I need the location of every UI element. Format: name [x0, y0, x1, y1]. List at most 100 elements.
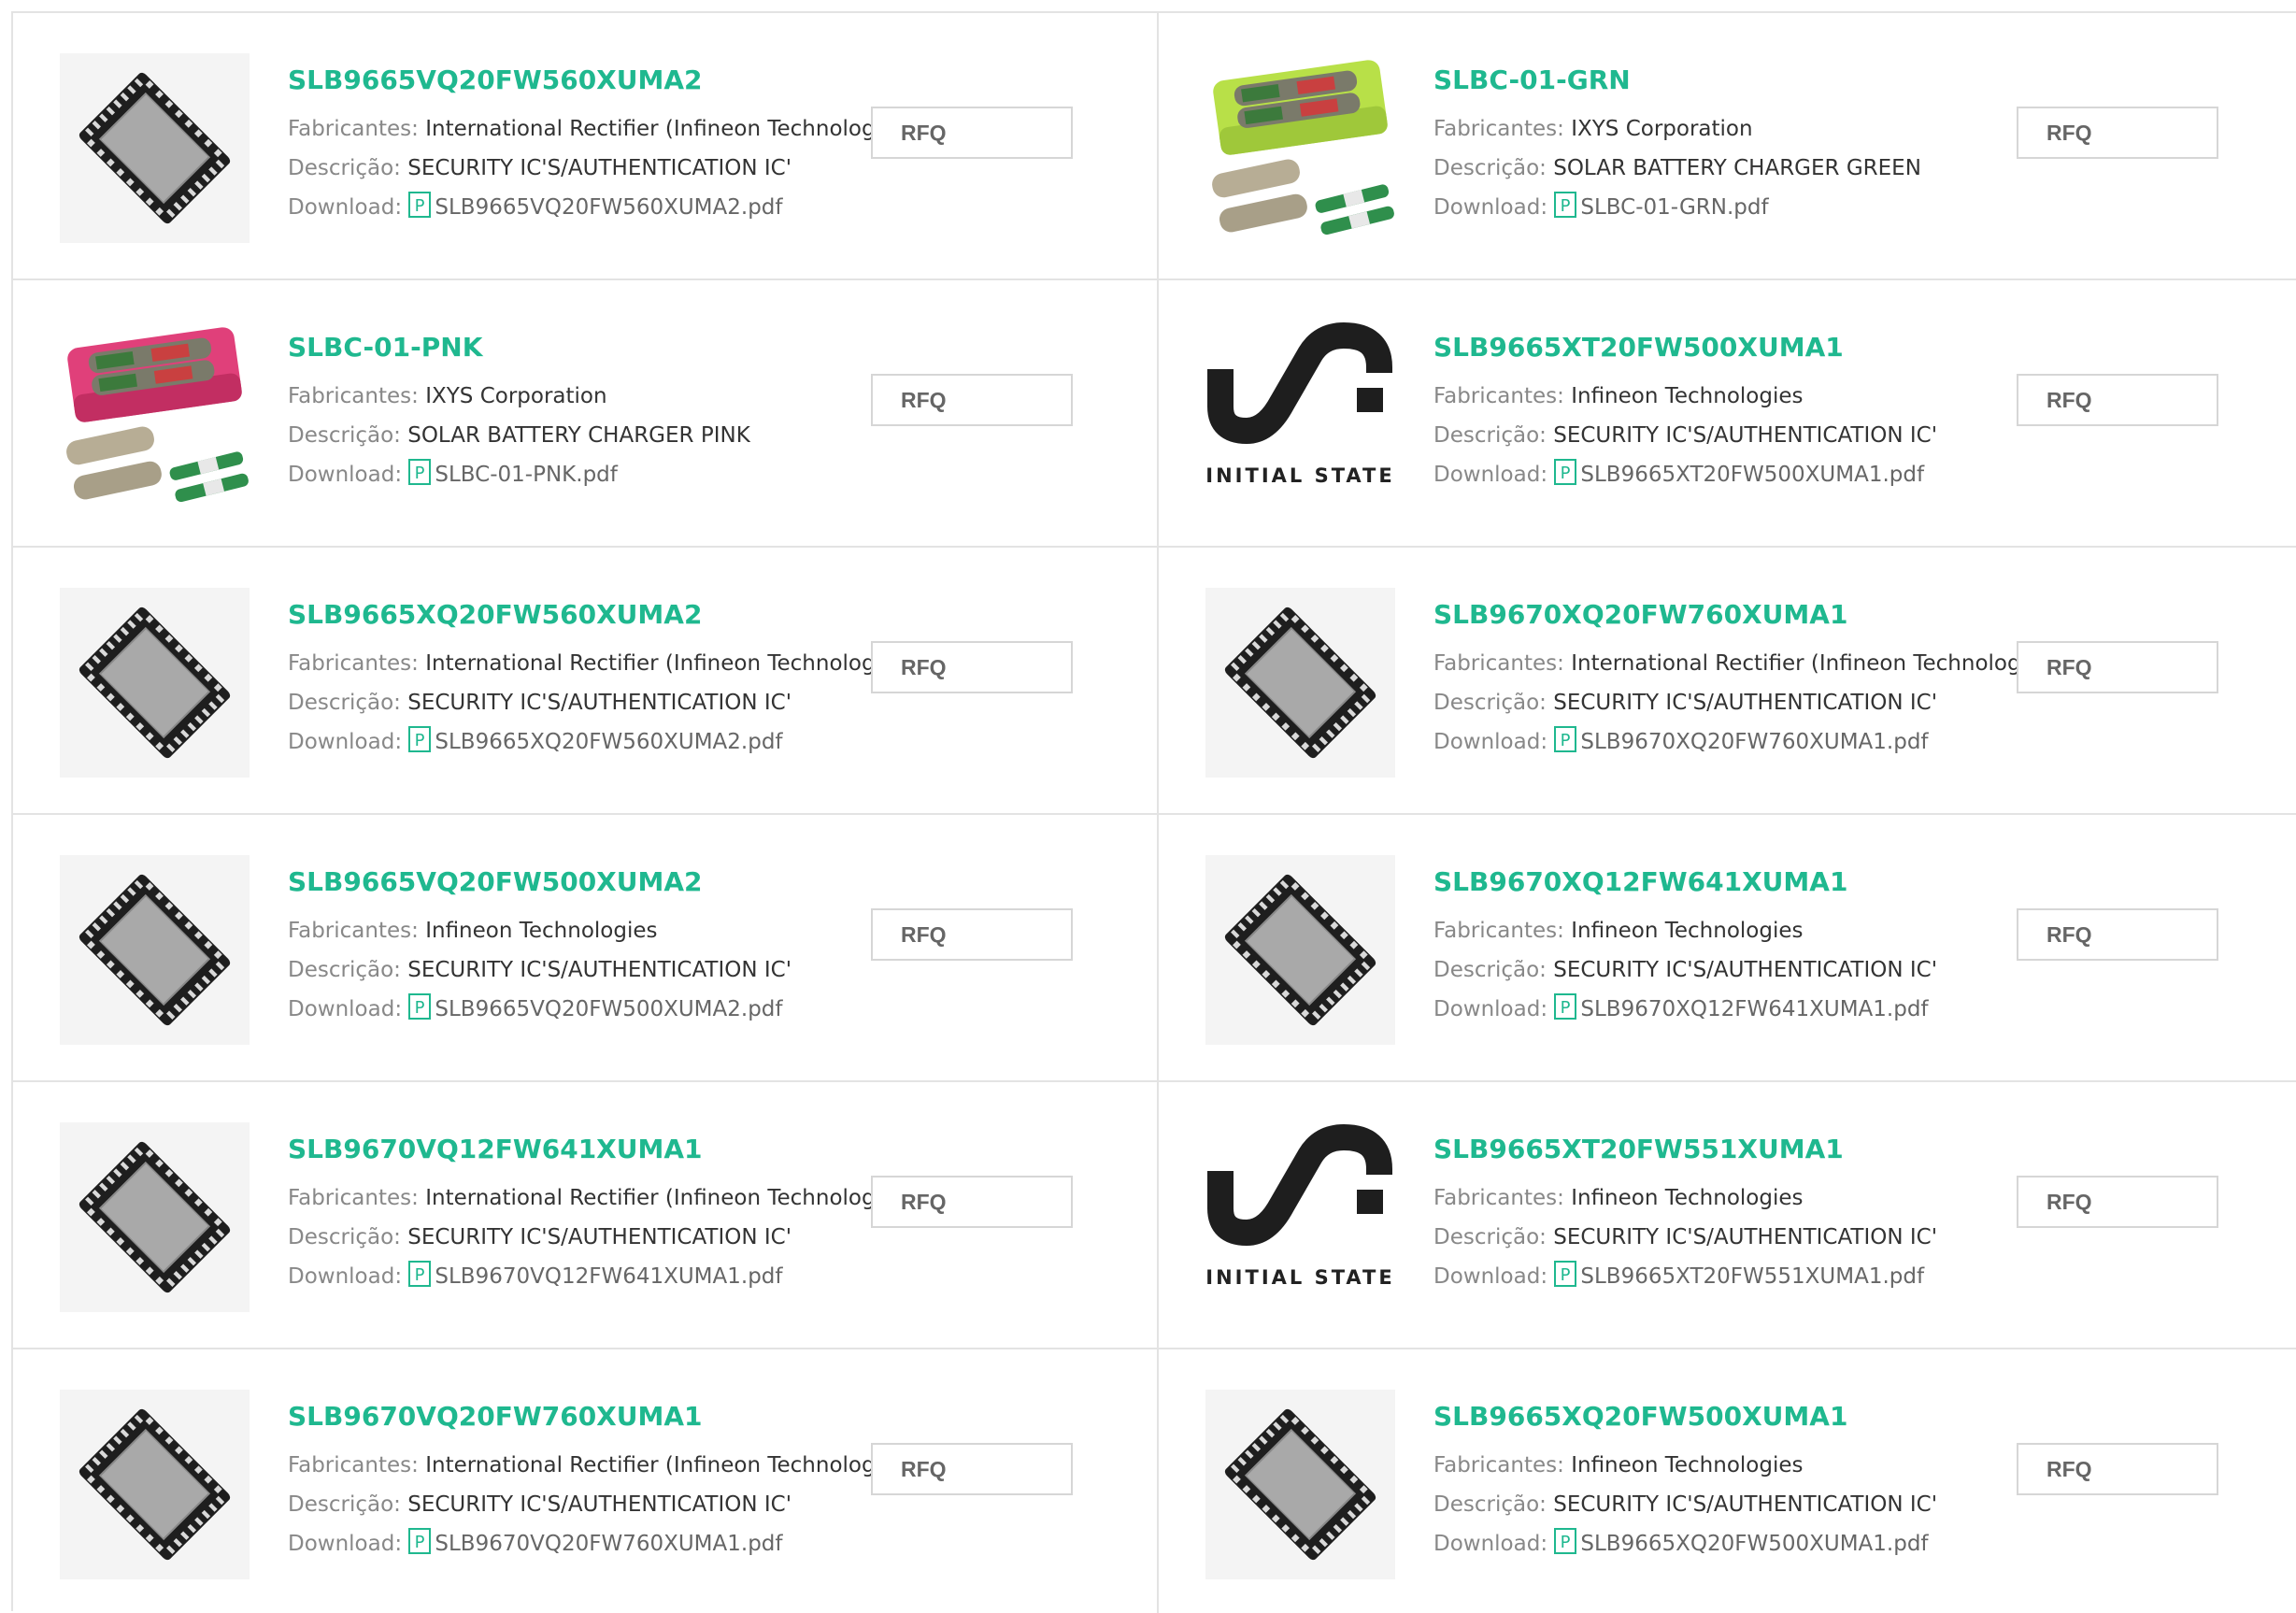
download-row: Download: P SLB9665XT20FW551XUMA1.pdf [1433, 1257, 1937, 1296]
part-number-link[interactable]: SLB9670VQ20FW760XUMA1 [288, 1398, 914, 1435]
pdf-download-link[interactable]: P SLB9665VQ20FW560XUMA2.pdf [408, 192, 783, 220]
manufacturer-label: Fabricantes: [1433, 1186, 1564, 1210]
description-label: Descrição: [288, 958, 401, 982]
product-thumbnail[interactable] [1205, 53, 1395, 243]
pdf-download-link[interactable]: P SLB9670XQ20FW760XUMA1.pdf [1554, 726, 1929, 754]
download-label: Download: [288, 463, 403, 487]
description-value: SOLAR BATTERY CHARGER GREEN [1553, 156, 1921, 180]
part-number-link[interactable]: SLB9665VQ20FW560XUMA2 [288, 62, 914, 99]
pdf-download-link[interactable]: P SLB9670VQ12FW641XUMA1.pdf [408, 1261, 783, 1289]
manufacturer-row: Fabricantes: International Rectifier (In… [288, 1178, 914, 1218]
description-row: Descrição: SOLAR BATTERY CHARGER GREEN [1433, 149, 1921, 188]
pdf-icon: P [408, 1528, 432, 1554]
rfq-button[interactable]: RFQ [2017, 107, 2218, 159]
product-card: SLB9665XQ20FW560XUMA2 Fabricantes: Intern… [13, 548, 1159, 815]
product-card: SLB9670XQ20FW760XUMA1 Fabricantes: Intern… [1159, 548, 2296, 815]
pdf-icon: P [408, 726, 432, 752]
rfq-button[interactable]: RFQ [2017, 374, 2218, 426]
svg-text:P: P [1561, 1265, 1571, 1285]
rfq-button[interactable]: RFQ [871, 107, 1073, 159]
product-info: SLB9665VQ20FW500XUMA2 Fabricantes: Infine… [288, 864, 791, 1029]
rfq-button[interactable]: RFQ [2017, 641, 2218, 693]
part-number-link[interactable]: SLB9665XQ20FW560XUMA2 [288, 596, 914, 634]
pdf-download-link[interactable]: P SLB9665VQ20FW500XUMA2.pdf [408, 993, 783, 1021]
rfq-button[interactable]: RFQ [871, 641, 1073, 693]
pdf-filename: SLB9670VQ20FW760XUMA1.pdf [435, 1532, 783, 1556]
product-thumbnail[interactable]: INITIAL STATE [1205, 321, 1395, 510]
pdf-download-link[interactable]: P SLB9665XQ20FW560XUMA2.pdf [408, 726, 783, 754]
pdf-download-link[interactable]: P SLB9665XQ20FW500XUMA1.pdf [1554, 1528, 1929, 1556]
pdf-download-link[interactable]: P SLB9670XQ12FW641XUMA1.pdf [1554, 993, 1929, 1021]
part-number-link[interactable]: SLBC-01-GRN [1433, 62, 1921, 99]
part-number-link[interactable]: SLB9670VQ12FW641XUMA1 [288, 1131, 914, 1168]
svg-text:P: P [415, 731, 425, 750]
rfq-button[interactable]: RFQ [871, 374, 1073, 426]
product-thumbnail[interactable] [60, 855, 250, 1045]
rfq-button[interactable]: RFQ [871, 908, 1073, 961]
download-row: Download: P SLB9665XQ20FW560XUMA2.pdf [288, 722, 914, 762]
manufacturer-value: Infineon Technologies [425, 919, 658, 943]
rfq-button[interactable]: RFQ [871, 1443, 1073, 1495]
manufacturer-label: Fabricantes: [1433, 384, 1564, 408]
pdf-icon: P [1554, 726, 1577, 752]
product-thumbnail[interactable] [60, 321, 250, 510]
product-thumbnail[interactable] [1205, 1390, 1395, 1579]
download-label: Download: [1433, 463, 1548, 487]
rfq-button[interactable]: RFQ [2017, 1176, 2218, 1228]
product-info: SLB9665XT20FW551XUMA1 Fabricantes: Infine… [1433, 1131, 1937, 1296]
part-number-link[interactable]: SLB9665XT20FW551XUMA1 [1433, 1131, 1937, 1168]
product-info: SLBC-01-PNK Fabricantes: IXYS Corporation… [288, 329, 750, 494]
pdf-download-link[interactable]: P SLB9665XT20FW551XUMA1.pdf [1554, 1261, 1924, 1289]
part-number-link[interactable]: SLBC-01-PNK [288, 329, 750, 366]
part-number-link[interactable]: SLB9665XQ20FW500XUMA1 [1433, 1398, 1937, 1435]
svg-text:P: P [1561, 998, 1571, 1018]
manufacturer-label: Fabricantes: [288, 384, 419, 408]
pdf-download-link[interactable]: P SLB9665XT20FW500XUMA1.pdf [1554, 459, 1924, 487]
rfq-button[interactable]: RFQ [2017, 908, 2218, 961]
product-card: SLB9665VQ20FW500XUMA2 Fabricantes: Infine… [13, 815, 1159, 1082]
product-info: SLB9665XQ20FW500XUMA1 Fabricantes: Infine… [1433, 1398, 1937, 1563]
description-label: Descrição: [1433, 958, 1547, 982]
part-number-link[interactable]: SLB9670XQ12FW641XUMA1 [1433, 864, 1937, 901]
pdf-icon: P [408, 459, 432, 485]
part-number-link[interactable]: SLB9665XT20FW500XUMA1 [1433, 329, 1937, 366]
description-label: Descrição: [288, 1225, 401, 1249]
part-number-link[interactable]: SLB9665VQ20FW500XUMA2 [288, 864, 791, 901]
description-value: SOLAR BATTERY CHARGER PINK [407, 423, 750, 448]
part-number-link[interactable]: SLB9670XQ20FW760XUMA1 [1433, 596, 2060, 634]
manufacturer-row: Fabricantes: International Rectifier (In… [1433, 644, 2060, 683]
pdf-icon: P [408, 1261, 432, 1287]
product-thumbnail[interactable]: INITIAL STATE [1205, 1122, 1395, 1312]
description-value: SECURITY IC'S/AUTHENTICATION IC' [1553, 1492, 1938, 1517]
description-row: Descrição: SECURITY IC'S/AUTHENTICATION … [288, 1485, 914, 1524]
manufacturer-label: Fabricantes: [1433, 1453, 1564, 1477]
product-thumbnail[interactable] [60, 1122, 250, 1312]
pdf-filename: SLB9670VQ12FW641XUMA1.pdf [435, 1264, 783, 1289]
rfq-button[interactable]: RFQ [2017, 1443, 2218, 1495]
svg-text:P: P [415, 1533, 425, 1552]
product-thumbnail[interactable] [60, 53, 250, 243]
svg-text:P: P [415, 464, 425, 483]
svg-text:P: P [415, 998, 425, 1018]
pdf-download-link[interactable]: P SLBC-01-PNK.pdf [408, 459, 618, 487]
description-label: Descrição: [1433, 156, 1547, 180]
qfn-chip-image [60, 53, 250, 243]
manufacturer-value: International Rectifier (Infineon Techno… [425, 1186, 915, 1210]
product-thumbnail[interactable] [1205, 855, 1395, 1045]
manufacturer-row: Fabricantes: International Rectifier (In… [288, 1446, 914, 1485]
description-value: SECURITY IC'S/AUTHENTICATION IC' [1553, 1225, 1938, 1249]
product-thumbnail[interactable] [60, 588, 250, 778]
manufacturer-label: Fabricantes: [288, 1186, 419, 1210]
rfq-button[interactable]: RFQ [871, 1176, 1073, 1228]
download-row: Download: P SLB9665XQ20FW500XUMA1.pdf [1433, 1524, 1937, 1563]
product-thumbnail[interactable] [1205, 588, 1395, 778]
description-row: Descrição: SECURITY IC'S/AUTHENTICATION … [1433, 950, 1937, 990]
manufacturer-value: International Rectifier (Infineon Techno… [425, 1453, 915, 1477]
description-label: Descrição: [288, 423, 401, 448]
description-value: SECURITY IC'S/AUTHENTICATION IC' [407, 958, 792, 982]
pdf-download-link[interactable]: P SLB9670VQ20FW760XUMA1.pdf [408, 1528, 783, 1556]
product-thumbnail[interactable] [60, 1390, 250, 1579]
manufacturer-label: Fabricantes: [288, 651, 419, 676]
pdf-download-link[interactable]: P SLBC-01-GRN.pdf [1554, 192, 1769, 220]
svg-text:P: P [1561, 1533, 1571, 1552]
